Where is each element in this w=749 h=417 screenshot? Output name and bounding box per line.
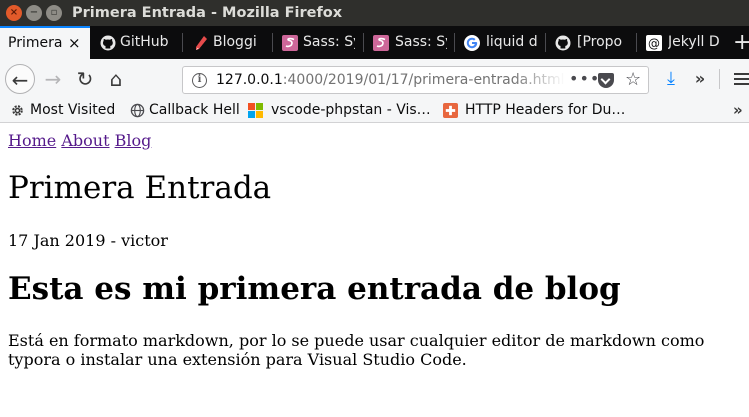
tab-sass-2[interactable]: Sass: Sy [364,26,454,59]
new-tab-button[interactable]: + [733,26,749,59]
window-close-button[interactable]: × [6,5,22,21]
pocket-icon[interactable] [598,73,614,88]
bookmark-star-icon[interactable]: ☆ [625,67,641,93]
hamburger-menu-icon[interactable] [734,68,749,90]
bookmark-label: Most Visited [30,102,116,118]
window-maximize-button[interactable]: ▫ [46,5,62,21]
tab-primera-entrada[interactable]: Primera × [0,26,90,59]
site-info-icon[interactable]: i [192,73,207,88]
back-button[interactable]: ← [5,64,35,94]
window-title: Primera Entrada - Mozilla Firefox [72,5,343,21]
github-icon [555,35,571,51]
at-icon: @ [646,35,662,51]
bookmark-callback-hell[interactable]: Callback Hell [130,99,240,122]
sass-icon [282,35,298,51]
post-meta: 17 Jan 2019 - victor [8,231,168,250]
tab-label: Sass: Sy [395,34,447,50]
bookmark-label: Callback Hell [149,102,240,118]
toolbar-overflow-button[interactable]: » [691,68,709,90]
tab-liquid[interactable]: liquid d [455,26,545,59]
sass-icon [373,35,389,51]
post-body: Está en formato markdown, por lo se pued… [8,331,705,369]
nav-link-home[interactable]: Home [8,131,56,150]
tab-label: [Propo [577,34,623,50]
url-text[interactable]: 127.0.0.1:4000/2019/01/17/primera-entrad… [216,67,564,93]
tab-label: Bloggi [213,34,257,50]
bookmark-label: HTTP Headers for Du… [465,102,626,118]
url-bar[interactable]: i 127.0.0.1:4000/2019/01/17/primera-entr… [182,66,649,94]
tab-label: liquid d [486,34,538,50]
site-nav: Home About Blog [8,131,151,150]
tab-label: Primera [8,35,63,51]
nav-link-blog[interactable]: Blog [115,131,152,150]
home-button[interactable]: ⌂ [101,64,131,94]
bookmark-vscode-phpstan[interactable]: vscode-phpstan - Vis… [248,99,434,122]
tab-sass-1[interactable]: Sass: Sy [273,26,363,59]
github-icon [100,35,116,51]
forward-button[interactable]: → [38,64,68,94]
url-fade [513,68,565,92]
close-icon: × [9,7,19,18]
tab-blogging[interactable]: Bloggi [183,26,272,59]
page-actions-button[interactable]: ••• [569,67,600,91]
page-title: Primera Entrada [8,170,272,206]
tab-label: Sass: Sy [303,34,355,50]
nav-link-about[interactable]: About [61,131,109,150]
pen-icon [196,36,207,50]
tab-close-button[interactable]: × [68,28,81,59]
bookmark-label: vscode-phpstan - Vis… [271,102,431,118]
minimize-icon: − [29,7,39,18]
tab-github[interactable]: GitHub [90,26,182,59]
tab-label: Jekyll D [668,34,720,50]
gear-icon [12,105,23,116]
toolbar-separator [719,69,720,89]
bookmarks-overflow-button[interactable]: » [733,99,743,122]
plus-icon [443,103,458,118]
tab-strip: Primera × GitHub Bloggi Sass: Sy Sass: S… [0,26,749,59]
tab-jekyll[interactable]: @ Jekyll D [637,26,729,59]
globe-icon [130,103,145,118]
post-heading: Esta es mi primera entrada de blog [8,271,621,307]
navigation-toolbar: ← → ↻ ⌂ i 127.0.0.1:4000/2019/01/17/prim… [0,59,749,99]
svg-text:@: @ [648,37,660,51]
windows-icon [248,103,263,118]
tab-label: GitHub [120,34,169,50]
bookmark-most-visited[interactable]: Most Visited [10,99,120,122]
url-host: 127.0.0.1 [216,72,283,88]
tab-proposal[interactable]: [Propo [546,26,636,59]
maximize-icon: ▫ [50,7,58,18]
window-minimize-button[interactable]: − [26,5,42,21]
window-titlebar: × − ▫ Primera Entrada - Mozilla Firefox [0,0,749,26]
bookmark-http-headers[interactable]: HTTP Headers for Du… [443,99,633,122]
bookmarks-toolbar: Most Visited Callback Hell vscode-phpsta… [0,99,749,123]
google-icon [464,35,480,51]
page-content: Home About Blog Primera Entrada 17 Jan 2… [0,124,749,417]
download-icon[interactable]: ⤓ [662,68,680,90]
reload-button[interactable]: ↻ [70,64,100,94]
